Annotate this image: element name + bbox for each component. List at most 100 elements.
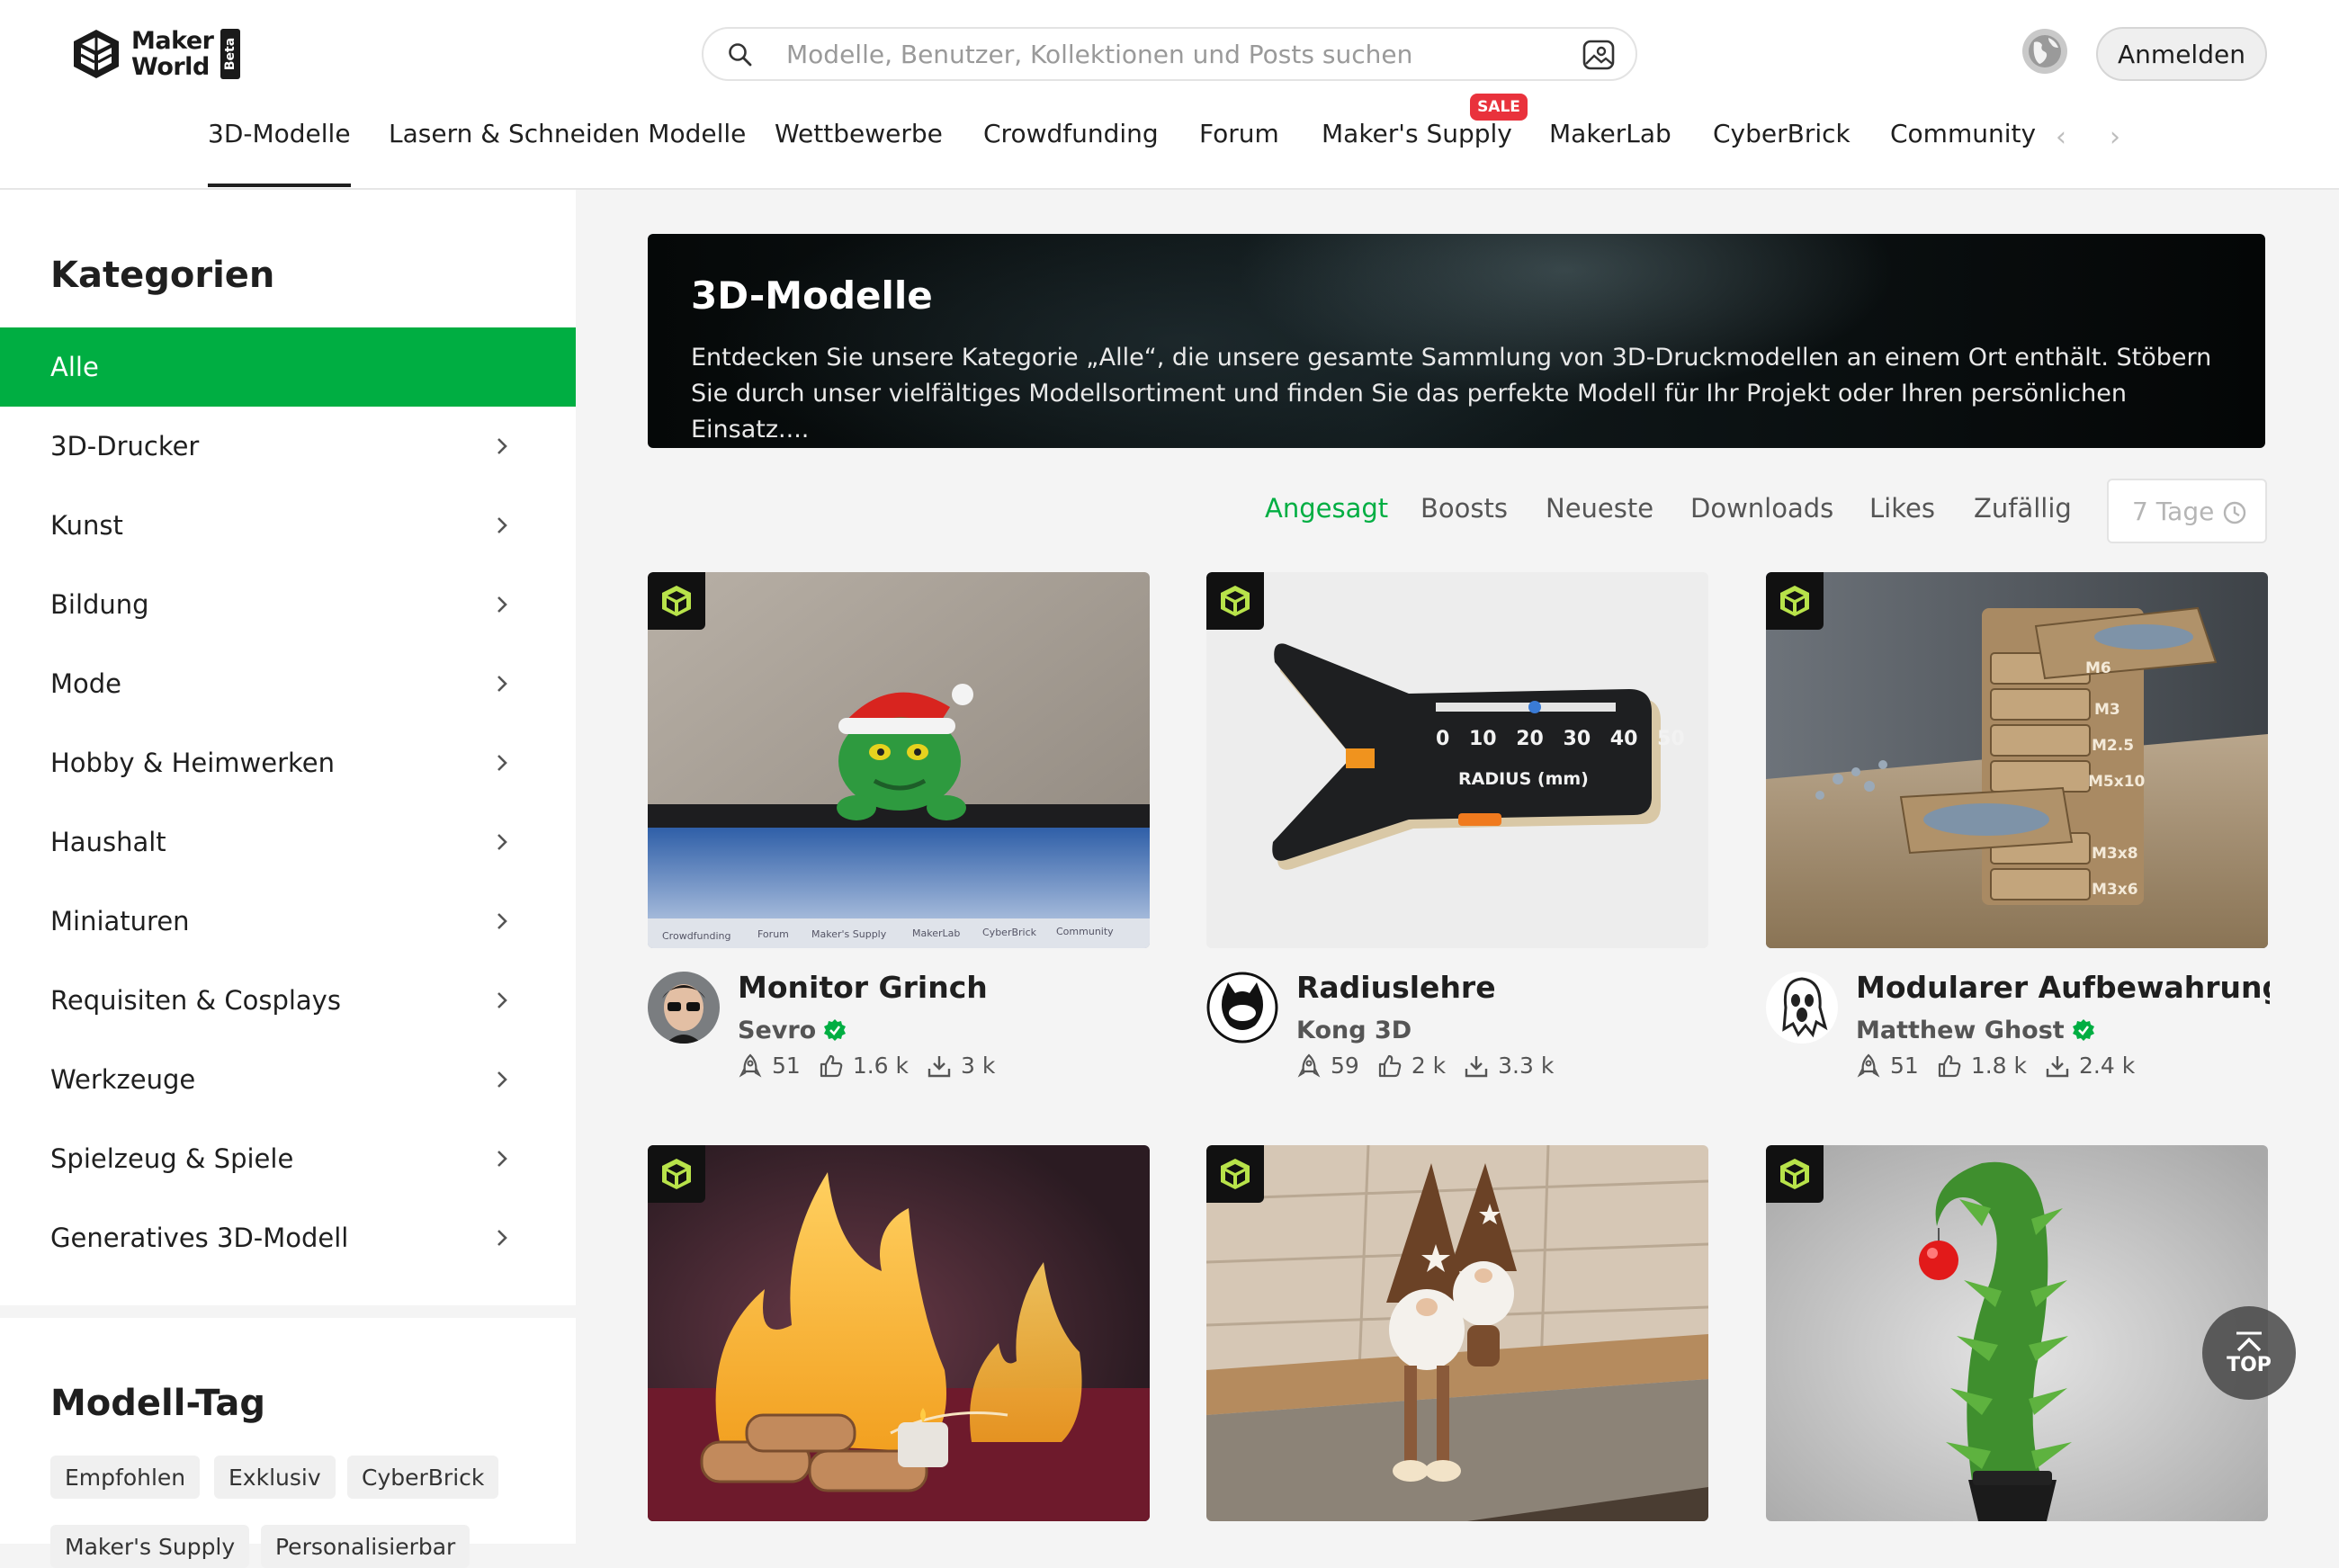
sort-likes[interactable]: Likes bbox=[1869, 493, 1935, 524]
model-card[interactable] bbox=[1766, 1145, 2268, 1521]
logo-line-1: Maker bbox=[131, 27, 214, 55]
model-card[interactable] bbox=[1206, 1145, 1708, 1521]
author-name[interactable]: Matthew Ghost bbox=[1856, 1017, 2095, 1044]
tag-chip[interactable]: Maker's Supply bbox=[50, 1525, 250, 1568]
nav-next-arrow-icon[interactable]: › bbox=[2102, 119, 2128, 155]
nav-forum[interactable]: Forum bbox=[1199, 119, 1279, 187]
nav-makerlab[interactable]: MakerLab bbox=[1549, 119, 1671, 187]
category-label: Miniaturen bbox=[50, 906, 190, 936]
author-name[interactable]: Sevro bbox=[738, 1017, 847, 1044]
verified-badge-icon bbox=[2072, 1019, 2094, 1041]
category-household[interactable]: Haushalt bbox=[0, 802, 576, 882]
tag-chip[interactable]: Personalisierbar bbox=[261, 1525, 470, 1568]
sort-newest[interactable]: Neueste bbox=[1546, 493, 1653, 524]
author-avatar[interactable] bbox=[1766, 972, 1838, 1044]
sort-boosts[interactable]: Boosts bbox=[1420, 493, 1508, 524]
category-label: 3D-Drucker bbox=[50, 431, 200, 461]
model-card[interactable] bbox=[648, 1145, 1150, 1521]
like-stat: 2 k bbox=[1377, 1053, 1446, 1079]
nav-community[interactable]: Community bbox=[1890, 119, 2036, 187]
category-hobby-diy[interactable]: Hobby & Heimwerken bbox=[0, 723, 576, 802]
model-card[interactable]: Crowdfunding Forum Maker's Supply MakerL… bbox=[648, 572, 1150, 1094]
category-education[interactable]: Bildung bbox=[0, 565, 576, 644]
clock-icon bbox=[2223, 501, 2246, 524]
nav-contests[interactable]: Wettbewerbe bbox=[775, 119, 943, 187]
author-avatar[interactable] bbox=[1206, 972, 1278, 1044]
nav-crowdfunding[interactable]: Crowdfunding bbox=[983, 119, 1159, 187]
exclusive-badge-icon bbox=[1206, 1145, 1264, 1203]
download-count: 3.3 k bbox=[1498, 1053, 1555, 1079]
gauge-label-text: RADIUS (mm) bbox=[1458, 769, 1589, 789]
login-button[interactable]: Anmelden bbox=[2096, 27, 2267, 81]
nav-3d-models[interactable]: 3D-Modelle bbox=[208, 119, 351, 187]
period-select[interactable]: 7 Tage bbox=[2107, 479, 2267, 543]
model-thumbnail[interactable] bbox=[1206, 1145, 1708, 1521]
model-thumbnail[interactable]: 0 10 20 30 40 50 RADIUS (mm) bbox=[1206, 572, 1708, 948]
category-all[interactable]: Alle bbox=[0, 327, 576, 407]
model-title[interactable]: Monitor Grinch bbox=[738, 970, 1152, 1005]
model-title[interactable]: Radiuslehre bbox=[1296, 970, 1710, 1005]
nav-cyberbrick[interactable]: CyberBrick bbox=[1713, 119, 1851, 187]
download-count: 3 k bbox=[961, 1053, 996, 1079]
model-thumbnail[interactable] bbox=[1766, 1145, 2268, 1521]
tag-chip[interactable]: Empfohlen bbox=[50, 1456, 201, 1499]
nav-prev-arrow-icon[interactable]: ‹ bbox=[2048, 119, 2075, 155]
category-miniatures[interactable]: Miniaturen bbox=[0, 882, 576, 961]
image-search-icon[interactable] bbox=[1582, 39, 1616, 71]
chevron-right-icon bbox=[497, 1230, 507, 1246]
model-title[interactable]: Modularer Aufbewahrungs... bbox=[1856, 970, 2270, 1005]
model-card[interactable]: M6 M3 M2.5 M5x10 M3x8 M3x6 Modularer Auf… bbox=[1766, 572, 2270, 1094]
category-art[interactable]: Kunst bbox=[0, 486, 576, 565]
model-tag-heading: Modell-Tag bbox=[50, 1383, 265, 1424]
chevron-right-icon bbox=[497, 1071, 507, 1088]
logo-line-2: World bbox=[131, 53, 210, 81]
category-toys-games[interactable]: Spielzeug & Spiele bbox=[0, 1119, 576, 1198]
sidebar-divider bbox=[0, 1305, 576, 1318]
model-thumbnail[interactable] bbox=[648, 1145, 1150, 1521]
tag-chip[interactable]: CyberBrick bbox=[347, 1456, 499, 1499]
boost-stat: 51 bbox=[1856, 1053, 1919, 1079]
makerworld-logo[interactable]: Maker World Beta bbox=[70, 25, 250, 83]
verified-badge-icon bbox=[824, 1019, 847, 1041]
chevron-right-icon bbox=[497, 596, 507, 613]
campfire-photo bbox=[648, 1145, 1150, 1521]
logo-wordmark: Maker World bbox=[131, 27, 214, 81]
boost-stat: 51 bbox=[738, 1053, 801, 1079]
nav-laser-cutting[interactable]: Lasern & Schneiden Modelle bbox=[389, 119, 746, 187]
category-fashion[interactable]: Mode bbox=[0, 644, 576, 723]
model-stats: 59 2 k 3.3 k bbox=[1296, 1053, 1572, 1079]
category-tools[interactable]: Werkzeuge bbox=[0, 1040, 576, 1119]
like-stat: 1.8 k bbox=[1937, 1053, 2027, 1079]
model-thumbnail[interactable]: M6 M3 M2.5 M5x10 M3x8 M3x6 bbox=[1766, 572, 2268, 948]
back-to-top-button[interactable]: TOP bbox=[2202, 1306, 2296, 1400]
language-globe-button[interactable] bbox=[2022, 29, 2067, 74]
nav-makers-supply[interactable]: Maker's Supply bbox=[1322, 119, 1512, 187]
category-props-cosplay[interactable]: Requisiten & Cosplays bbox=[0, 961, 576, 1040]
author-avatar[interactable] bbox=[648, 972, 720, 1044]
category-label: Mode bbox=[50, 668, 122, 699]
thumbs-up-icon bbox=[1938, 1054, 1961, 1077]
search-bar[interactable] bbox=[702, 27, 1637, 81]
category-label: Generatives 3D-Modell bbox=[50, 1223, 349, 1253]
category-3d-printer[interactable]: 3D-Drucker bbox=[0, 407, 576, 486]
cube-logo-icon bbox=[74, 30, 119, 78]
globe-icon bbox=[2029, 35, 2061, 67]
sort-random[interactable]: Zufällig bbox=[1974, 493, 2072, 524]
model-card[interactable]: 0 10 20 30 40 50 RADIUS (mm) Radiuslehre… bbox=[1206, 572, 1708, 1094]
drawer-label: M5x10 bbox=[2088, 773, 2146, 791]
banner-title: 3D-Modelle bbox=[691, 273, 933, 318]
model-thumbnail[interactable]: Crowdfunding Forum Maker's Supply MakerL… bbox=[648, 572, 1150, 948]
author-label: Kong 3D bbox=[1296, 1017, 1412, 1044]
grinch-photo: Crowdfunding Forum Maker's Supply MakerL… bbox=[648, 572, 1150, 948]
rocket-boost-icon bbox=[1297, 1053, 1321, 1078]
search-input[interactable] bbox=[784, 36, 1549, 72]
sort-downloads[interactable]: Downloads bbox=[1690, 493, 1833, 524]
storage-drawers-photo: M6 M3 M2.5 M5x10 M3x8 M3x6 bbox=[1766, 572, 2268, 948]
tag-chip[interactable]: Exklusiv bbox=[214, 1456, 336, 1499]
sort-trending[interactable]: Angesagt bbox=[1265, 493, 1388, 524]
category-generative-3d[interactable]: Generatives 3D-Modell bbox=[0, 1198, 576, 1277]
screen-text: Maker's Supply bbox=[811, 928, 887, 940]
author-name[interactable]: Kong 3D bbox=[1296, 1017, 1411, 1044]
chevron-right-icon bbox=[497, 517, 507, 533]
chevron-right-icon bbox=[497, 992, 507, 1008]
